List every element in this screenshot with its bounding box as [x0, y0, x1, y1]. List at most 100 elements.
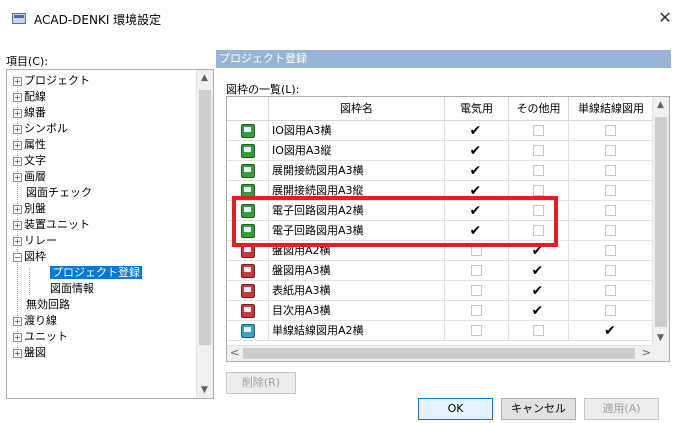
expand-icon[interactable]: +: [13, 172, 22, 182]
row-header-cell[interactable]: [227, 281, 269, 301]
checkbox-cell[interactable]: [445, 261, 509, 281]
frame-name-cell[interactable]: 表紙用A3横: [269, 281, 445, 301]
checkmark-icon[interactable]: ✔: [470, 143, 482, 159]
row-header-cell[interactable]: [227, 301, 269, 321]
checkbox-cell[interactable]: ✔: [509, 261, 569, 281]
checkmark-icon[interactable]: ✔: [470, 123, 482, 139]
tree-item[interactable]: + 属性: [13, 137, 46, 153]
checkbox[interactable]: [470, 324, 482, 336]
frame-name-cell[interactable]: 盤図用A3横: [269, 261, 445, 281]
frame-name-cell[interactable]: IO図用A3横: [269, 121, 445, 141]
checkbox-cell[interactable]: [569, 221, 654, 241]
checkmark-icon[interactable]: ✔: [532, 263, 544, 279]
scroll-thumb[interactable]: [243, 348, 635, 359]
tree-item[interactable]: プロジェクト登録: [37, 265, 142, 281]
ok-button[interactable]: OK: [418, 398, 493, 420]
checkbox[interactable]: [605, 124, 616, 136]
checkbox-cell[interactable]: [569, 121, 654, 141]
checkbox-cell[interactable]: [569, 241, 654, 261]
column-header[interactable]: 図枠名: [269, 97, 445, 121]
expand-icon[interactable]: +: [13, 204, 22, 214]
checkbox-cell[interactable]: ✔: [509, 301, 569, 321]
tree-item[interactable]: + 渡り線: [13, 313, 57, 329]
scroll-up-icon[interactable]: ▲: [201, 73, 208, 83]
apply-button[interactable]: 適用(A): [584, 398, 659, 420]
table-row[interactable]: IO図用A3縦 ✔: [227, 141, 654, 161]
frame-name-cell[interactable]: 目次用A3横: [269, 301, 445, 321]
checkbox[interactable]: [605, 244, 616, 256]
row-header-cell[interactable]: [227, 121, 269, 141]
tree-item[interactable]: + 文字: [13, 153, 46, 169]
tree-item[interactable]: + シンボル: [13, 121, 68, 137]
row-header-cell[interactable]: [227, 321, 269, 341]
scroll-left-icon[interactable]: <: [230, 346, 239, 359]
expand-icon[interactable]: +: [13, 124, 22, 134]
scroll-thumb[interactable]: [655, 117, 667, 327]
checkmark-icon[interactable]: ✔: [532, 283, 544, 299]
checkbox-cell[interactable]: [445, 321, 509, 341]
checkbox-cell[interactable]: [569, 141, 654, 161]
grid-horizontal-scrollbar[interactable]: < >: [227, 345, 654, 361]
checkbox-cell[interactable]: [509, 121, 569, 141]
close-icon[interactable]: ✕: [655, 8, 675, 28]
expand-icon[interactable]: +: [13, 108, 22, 118]
table-row[interactable]: IO図用A3横 ✔: [227, 121, 654, 141]
settings-tree[interactable]: ▲ ▼ + プロジェクト + 配線 + 線番 + シンボル + 属性 + 文字 + 画層 図面チェック + 別盤…: [6, 69, 214, 399]
tree-item[interactable]: + 画層: [13, 169, 46, 185]
row-header-cell[interactable]: [227, 141, 269, 161]
checkbox-cell[interactable]: [569, 181, 654, 201]
checkbox-cell[interactable]: [569, 261, 654, 281]
table-row[interactable]: 表紙用A3横 ✔: [227, 281, 654, 301]
delete-button[interactable]: 削除(R): [226, 372, 296, 394]
tree-item[interactable]: + ユニット: [13, 329, 68, 345]
scroll-up-icon[interactable]: ▲: [657, 100, 664, 110]
checkbox-cell[interactable]: [445, 301, 509, 321]
checkbox-cell[interactable]: ✔: [445, 141, 509, 161]
expand-icon[interactable]: +: [13, 156, 22, 166]
grid-vertical-scrollbar[interactable]: ▲ ▼: [652, 97, 669, 346]
checkbox-cell[interactable]: ✔: [445, 121, 509, 141]
expand-icon[interactable]: +: [13, 92, 22, 102]
scroll-thumb[interactable]: [199, 90, 211, 345]
tree-item[interactable]: + 装置ユニット: [13, 217, 90, 233]
table-row[interactable]: 展開接続図用A3横 ✔: [227, 161, 654, 181]
checkbox[interactable]: [605, 304, 616, 316]
expand-icon[interactable]: +: [13, 76, 22, 86]
checkbox[interactable]: [532, 164, 544, 176]
checkbox[interactable]: [532, 124, 544, 136]
frame-name-cell[interactable]: IO図用A3縦: [269, 141, 445, 161]
checkbox-cell[interactable]: [569, 281, 654, 301]
checkbox[interactable]: [605, 264, 616, 276]
frame-name-cell[interactable]: 展開接続図用A3横: [269, 161, 445, 181]
table-row[interactable]: 盤図用A3横 ✔: [227, 261, 654, 281]
checkbox[interactable]: [605, 204, 616, 216]
tree-item[interactable]: − 図枠: [13, 249, 46, 265]
checkbox[interactable]: [532, 324, 544, 336]
expand-icon[interactable]: +: [13, 348, 22, 358]
checkmark-icon[interactable]: ✔: [470, 163, 482, 179]
tree-item[interactable]: + 盤図: [13, 345, 46, 361]
checkbox[interactable]: [470, 304, 482, 316]
expand-icon[interactable]: +: [13, 220, 22, 230]
checkbox[interactable]: [605, 164, 616, 176]
column-header[interactable]: 電気用: [445, 97, 509, 121]
column-header[interactable]: 単線結線図用: [569, 97, 654, 121]
expand-icon[interactable]: +: [13, 140, 22, 150]
tree-scrollbar[interactable]: ▲ ▼: [196, 70, 213, 398]
checkbox-cell[interactable]: [509, 321, 569, 341]
collapse-icon[interactable]: −: [13, 252, 22, 262]
checkbox-cell[interactable]: ✔: [445, 161, 509, 181]
scroll-down-icon[interactable]: ▼: [657, 333, 664, 343]
checkbox-cell[interactable]: [509, 141, 569, 161]
checkbox-cell[interactable]: [569, 301, 654, 321]
tree-item[interactable]: + 線番: [13, 105, 46, 121]
checkbox-cell[interactable]: ✔: [509, 281, 569, 301]
tree-item[interactable]: + リレー: [13, 233, 57, 249]
table-row[interactable]: 目次用A3横 ✔: [227, 301, 654, 321]
expand-icon[interactable]: +: [13, 316, 22, 326]
tree-item[interactable]: 図面情報: [37, 281, 94, 297]
scroll-right-icon[interactable]: >: [642, 346, 651, 359]
checkbox[interactable]: [605, 184, 616, 196]
cancel-button[interactable]: キャンセル: [501, 398, 576, 420]
checkbox[interactable]: [605, 224, 616, 236]
